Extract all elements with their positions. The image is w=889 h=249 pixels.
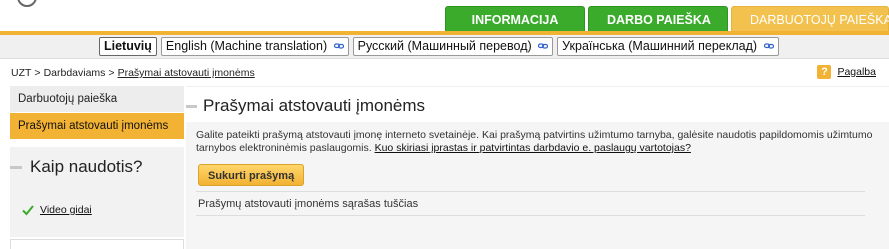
breadcrumb-section[interactable]: Darbdaviams	[44, 67, 106, 79]
video-guides-link[interactable]: Video gidai	[22, 204, 92, 216]
content-body: Galite pateikti prašymą atstovauti įmonę…	[186, 122, 889, 249]
breadcrumb-home[interactable]: UZT	[11, 67, 31, 79]
empty-list-message: Prašymų atstovauti įmonėms sąrašas tušči…	[196, 191, 865, 216]
link-icon	[538, 43, 549, 49]
language-bar: Lietuvių English (Machine translation) Р…	[0, 35, 889, 59]
link-icon	[763, 43, 774, 49]
title-bar-decoration	[10, 165, 22, 169]
title-bar-decoration	[186, 104, 197, 108]
language-english[interactable]: English (Machine translation)	[160, 37, 349, 56]
help-label: Pagalba	[837, 66, 876, 78]
tab-darbuotoju-paieska[interactable]: DARBUOTOJŲ PAIEŠKA	[731, 6, 889, 32]
main-nav-tabs: INFORMACIJA DARBO PAIEŠKA DARBUOTOJŲ PAI…	[445, 6, 889, 32]
sidebar: Darbuotojų paieška Prašymai atstovauti į…	[10, 86, 184, 140]
language-ukrainian[interactable]: Українська (Машинний переклад)	[557, 37, 779, 56]
sidebar-item-darbuotoju-paieska[interactable]: Darbuotojų paieška	[10, 86, 184, 113]
content-header: Prašymai atstovauti įmonėms	[186, 86, 889, 122]
breadcrumb-separator: >	[108, 67, 115, 79]
main-content: Prašymai atstovauti įmonėms Galite patei…	[186, 86, 889, 249]
link-icon	[333, 43, 344, 49]
tab-darbo-paieska[interactable]: DARBO PAIEŠKA	[588, 6, 728, 32]
howto-title: Kaip naudotis?	[10, 157, 142, 177]
language-russian[interactable]: Русский (Машинный перевод)	[352, 37, 554, 56]
check-icon	[22, 205, 34, 216]
video-guides-label: Video gidai	[40, 204, 92, 216]
help-link[interactable]: ? Pagalba	[817, 65, 876, 79]
user-types-link[interactable]: Kuo skiriasi įprastas ir patvirtintas da…	[375, 142, 691, 154]
create-request-button[interactable]: Sukurti prašymą	[198, 164, 305, 186]
sidebar-banner	[10, 239, 184, 249]
howto-box: Kaip naudotis? Video gidai	[10, 147, 184, 237]
page-title: Prašymai atstovauti įmonėms	[186, 96, 425, 116]
help-icon: ?	[817, 65, 832, 79]
description: Galite pateikti prašymą atstovauti įmonę…	[196, 129, 873, 154]
logo-fragment	[17, 0, 37, 7]
tab-informacija[interactable]: INFORMACIJA	[445, 6, 585, 32]
breadcrumb-current[interactable]: Prašymai atstovauti įmonėms	[118, 67, 255, 79]
sidebar-item-prasymai[interactable]: Prašymai atstovauti įmonėms	[10, 113, 184, 140]
breadcrumb-separator: >	[34, 67, 41, 79]
language-lithuanian[interactable]: Lietuvių	[99, 37, 157, 56]
breadcrumb: UZT > Darbdaviams > Prašymai atstovauti įmon…	[11, 67, 255, 79]
